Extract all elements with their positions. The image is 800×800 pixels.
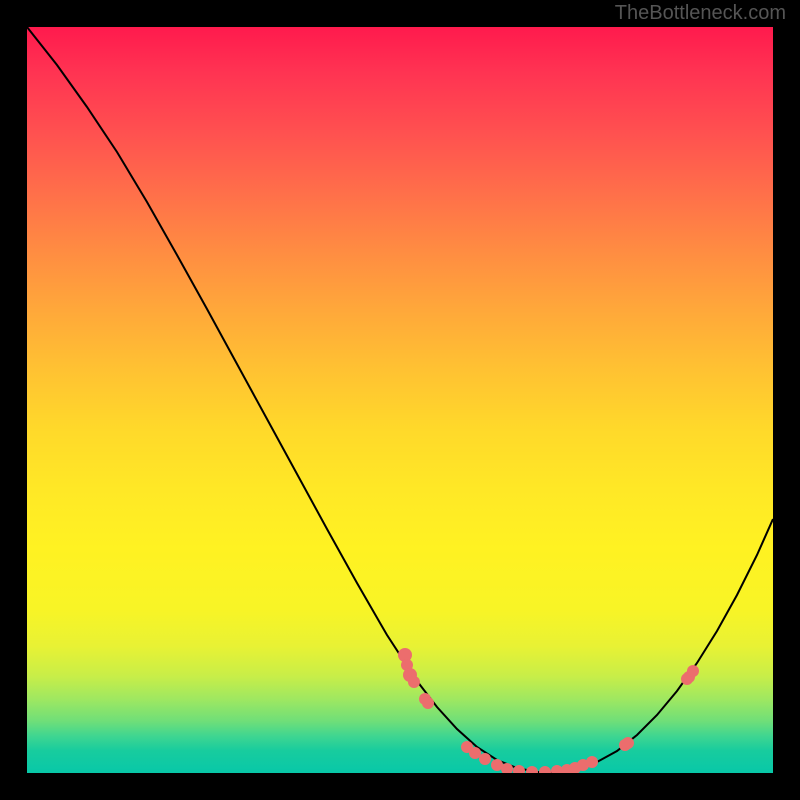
data-marker (539, 766, 551, 773)
data-marker (681, 673, 693, 685)
data-marker (479, 753, 491, 765)
chart-svg (27, 27, 773, 773)
data-marker (398, 648, 412, 662)
watermark-text: TheBottleneck.com (615, 2, 786, 25)
data-marker (577, 759, 589, 771)
data-marker (569, 762, 581, 773)
data-marker (401, 659, 413, 671)
data-marker (408, 676, 420, 688)
data-marker (491, 759, 503, 771)
data-marker (586, 756, 598, 768)
data-marker (622, 737, 634, 749)
data-marker (461, 741, 473, 753)
bottleneck-curve (27, 27, 773, 772)
data-marker (419, 693, 431, 705)
data-marker (561, 764, 573, 773)
data-marker (501, 763, 513, 773)
data-marker (683, 671, 695, 683)
data-marker (551, 765, 563, 773)
data-marker (526, 766, 538, 773)
chart-plot-area (27, 27, 773, 773)
data-marker (687, 665, 699, 677)
data-markers-group (398, 648, 699, 773)
data-marker (469, 747, 481, 759)
data-marker (513, 765, 525, 773)
data-marker (619, 739, 631, 751)
data-marker (422, 697, 434, 709)
data-marker (403, 668, 417, 682)
